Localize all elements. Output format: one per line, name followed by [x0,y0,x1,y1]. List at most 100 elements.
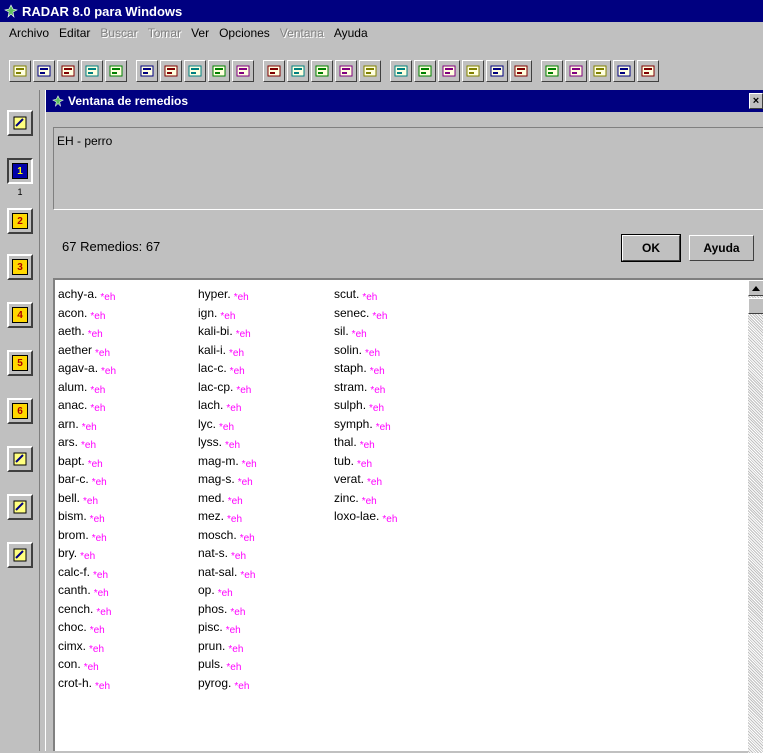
remedy-item[interactable]: sulph. *eh [334,396,397,415]
clipboard-3-button[interactable]: 3 [7,254,33,280]
remedy-item[interactable]: bism. *eh [58,507,116,526]
remedy-item[interactable]: staph. *eh [334,359,397,378]
clipboard-2-button[interactable]: 2 [7,208,33,234]
remedy-item[interactable]: prun. *eh [198,637,257,656]
remedy-item[interactable]: symph. *eh [334,415,397,434]
clipboard-5-button[interactable]: 5 [7,350,33,376]
remedy-item[interactable]: kali-bi. *eh [198,322,257,341]
remedy-item[interactable]: con. *eh [58,655,116,674]
remedy-item[interactable]: solin. *eh [334,341,397,360]
remedy-item[interactable]: sil. *eh [334,322,397,341]
people-button[interactable] [335,60,357,82]
clip-3-button[interactable] [208,60,230,82]
menu-ver[interactable]: Ver [186,26,214,40]
clipboard-6-button[interactable]: 6 [7,398,33,424]
remedy-item[interactable]: calc-f. *eh [58,563,116,582]
remedy-item[interactable]: lac-cp. *eh [198,378,257,397]
remedy-item[interactable]: tub. *eh [334,452,397,471]
remedy-item[interactable]: cench. *eh [58,600,116,619]
globe-button[interactable] [541,60,563,82]
clip-1-button[interactable] [160,60,182,82]
remedy-item[interactable]: pyrog. *eh [198,674,257,693]
remedy-item[interactable]: hyper. *eh [198,285,257,304]
remedy-item[interactable]: kali-i. *eh [198,341,257,360]
zoom-button[interactable] [57,60,79,82]
remedy-item[interactable]: cimx. *eh [58,637,116,656]
clipboard-1-button[interactable]: 1 [7,158,33,184]
open-button[interactable] [9,60,31,82]
book-search-button[interactable] [613,60,635,82]
menu-opciones[interactable]: Opciones [214,26,275,40]
remedy-item[interactable]: bapt. *eh [58,452,116,471]
edit-button[interactable] [7,494,33,520]
close-button[interactable]: × [749,93,763,109]
remedy-item[interactable]: lac-c. *eh [198,359,257,378]
help-button[interactable]: Ayuda [689,235,754,261]
remedy-item[interactable]: mosch. *eh [198,526,257,545]
remedy-item[interactable]: aether *eh [58,341,116,360]
remedy-item[interactable]: acon. *eh [58,304,116,323]
remedy-item[interactable]: mag-m. *eh [198,452,257,471]
remedy-item[interactable]: choc. *eh [58,618,116,637]
remedy-item[interactable]: loxo-lae. *eh [334,507,397,526]
remedy-item[interactable]: brom. *eh [58,526,116,545]
remedy-item[interactable]: thal. *eh [334,433,397,452]
menu-archivo[interactable]: Archivo [4,26,54,40]
clip-4-button[interactable] [232,60,254,82]
remedy-item[interactable]: arn. *eh [58,415,116,434]
remedy-item[interactable]: nat-sal. *eh [198,563,257,582]
remedy-item[interactable]: scut. *eh [334,285,397,304]
clipboard-button[interactable] [136,60,158,82]
scroll-up-button[interactable] [748,280,763,296]
scroll-thumb[interactable] [748,298,763,314]
remedy-item[interactable]: verat. *eh [334,470,397,489]
remedy-item[interactable]: senec. *eh [334,304,397,323]
remedy-item[interactable]: zinc. *eh [334,489,397,508]
list-button[interactable] [359,60,381,82]
remedy-item[interactable]: phos. *eh [198,600,257,619]
bar-chart-button[interactable] [263,60,285,82]
clipboard-4-button[interactable]: 4 [7,302,33,328]
copy-button[interactable] [7,446,33,472]
remedy-item[interactable]: ars. *eh [58,433,116,452]
remedy-item[interactable]: nat-s. *eh [198,544,257,563]
remedy-item[interactable]: puls. *eh [198,655,257,674]
table-button[interactable] [311,60,333,82]
magnifier-button[interactable] [105,60,127,82]
remedy-item[interactable]: ign. *eh [198,304,257,323]
window-button[interactable] [510,60,532,82]
document-button[interactable] [462,60,484,82]
remedy-item[interactable]: med. *eh [198,489,257,508]
remedy-item[interactable]: agav-a. *eh [58,359,116,378]
remedy-item[interactable]: op. *eh [198,581,257,600]
remedy-item[interactable]: mez. *eh [198,507,257,526]
remedy-item[interactable]: pisc. *eh [198,618,257,637]
book-button[interactable] [589,60,611,82]
remedy-item[interactable]: bell. *eh [58,489,116,508]
clip-2-button[interactable] [184,60,206,82]
help-button[interactable] [637,60,659,82]
ok-button[interactable]: OK [621,234,681,262]
remedies-list[interactable]: scut. *eh senec. *eh sil. *eh solin. *eh staph. *… [53,278,763,753]
remedy-item[interactable]: lach. *eh [198,396,257,415]
gear-yellow-button[interactable] [390,60,412,82]
remedy-item[interactable]: alum. *eh [58,378,116,397]
symbol-button[interactable] [287,60,309,82]
remedy-item[interactable]: bry. *eh [58,544,116,563]
remedy-item[interactable]: lyc. *eh [198,415,257,434]
remedy-item[interactable]: achy-a. *eh [58,285,116,304]
find-button[interactable] [33,60,55,82]
gear-red-button[interactable] [414,60,436,82]
gear-blue-button[interactable] [438,60,460,82]
lookup-button[interactable] [81,60,103,82]
keys-button[interactable] [486,60,508,82]
remedy-item[interactable]: stram. *eh [334,378,397,397]
printer-button[interactable] [565,60,587,82]
menu-ayuda[interactable]: Ayuda [329,26,373,40]
pointer-button[interactable] [7,110,33,136]
menu-editar[interactable]: Editar [54,26,95,40]
remedy-item[interactable]: aeth. *eh [58,322,116,341]
lightbulb-button[interactable] [7,542,33,568]
remedy-item[interactable]: mag-s. *eh [198,470,257,489]
remedy-item[interactable]: bar-c. *eh [58,470,116,489]
